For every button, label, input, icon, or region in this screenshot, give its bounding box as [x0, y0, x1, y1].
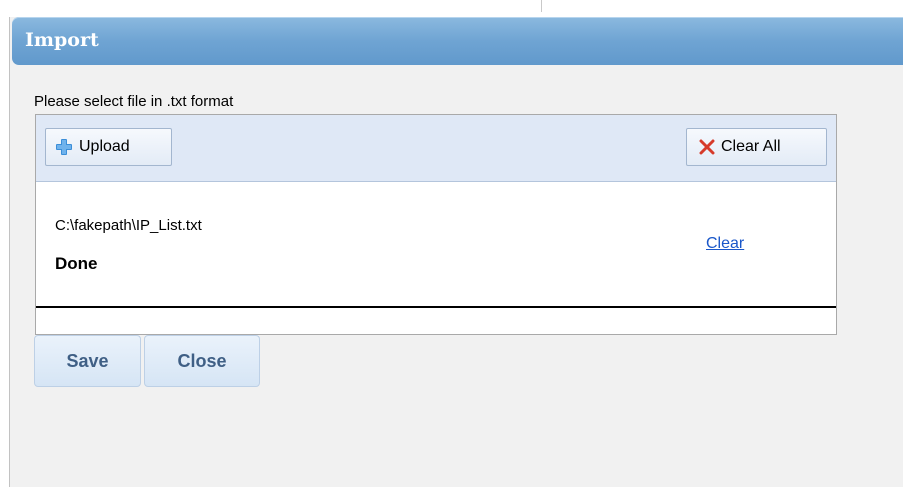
instruction-text: Please select file in .txt format	[34, 93, 234, 110]
upload-toolbar: Upload Clear All	[36, 115, 836, 182]
upload-panel: Upload Clear All C:\fakepath\IP_List.txt…	[35, 114, 837, 335]
upload-button[interactable]: Upload	[45, 128, 172, 166]
x-icon	[699, 139, 715, 155]
clear-all-button[interactable]: Clear All	[686, 128, 827, 166]
close-button[interactable]: Close	[144, 335, 260, 387]
file-status: Done	[55, 254, 98, 273]
plus-icon	[55, 138, 73, 156]
clear-file-link[interactable]: Clear	[706, 235, 744, 253]
import-dialog: Import Please select file in .txt format…	[9, 17, 903, 487]
dialog-titlebar[interactable]: Import	[12, 17, 903, 65]
upload-button-label: Upload	[79, 138, 130, 155]
top-divider	[541, 0, 542, 12]
clear-all-button-label: Clear All	[721, 138, 781, 155]
save-button[interactable]: Save	[34, 335, 141, 387]
top-strip	[0, 0, 903, 15]
file-path: C:\fakepath\IP_List.txt	[55, 217, 202, 234]
file-list: C:\fakepath\IP_List.txt Done Clear	[36, 182, 836, 308]
dialog-title: Import	[25, 29, 99, 51]
